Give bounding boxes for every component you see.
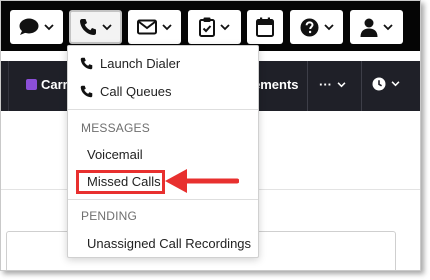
mail-icon	[137, 19, 157, 35]
user-menu-button[interactable]	[350, 10, 403, 44]
chevron-down-icon	[383, 23, 393, 30]
annotation-arrow-icon	[165, 169, 239, 193]
chevron-down-icon	[323, 23, 334, 30]
menu-item-call-queues[interactable]: Call Queues	[68, 81, 258, 101]
top-toolbar	[1, 1, 420, 51]
chevron-down-icon	[44, 23, 54, 30]
phone-dropdown-menu: Launch Dialer Call Queues MESSAGES Voice…	[67, 45, 259, 258]
more-menu-button[interactable]: ···	[319, 77, 346, 92]
section-header-messages: MESSAGES	[81, 121, 150, 135]
carrier-selector[interactable]: Carri	[26, 77, 71, 92]
annotation-highlight-box	[76, 170, 165, 194]
phone-icon	[80, 19, 96, 35]
user-icon	[360, 18, 378, 37]
calendar-icon	[256, 17, 274, 37]
nav-divider	[361, 61, 362, 111]
phone-icon	[80, 85, 93, 97]
chevron-down-icon	[162, 23, 172, 30]
nav-menu-item[interactable]: ements	[253, 77, 299, 92]
clipboard-check-icon	[199, 17, 215, 37]
menu-divider	[68, 109, 258, 110]
phone-button[interactable]	[69, 10, 122, 44]
calendar-button[interactable]	[247, 10, 283, 44]
more-icon: ···	[319, 77, 332, 92]
help-button[interactable]	[290, 10, 343, 44]
chevron-down-icon	[391, 81, 400, 87]
phone-icon	[80, 57, 93, 69]
chat-icon	[19, 18, 39, 35]
chat-button[interactable]	[10, 10, 63, 44]
history-menu-button[interactable]	[372, 77, 400, 91]
chevron-down-icon	[102, 23, 112, 30]
chevron-down-icon	[337, 81, 346, 87]
clock-icon	[372, 77, 386, 91]
nav-divider	[8, 61, 9, 111]
section-header-pending: PENDING	[81, 209, 138, 223]
carrier-color-swatch	[26, 79, 37, 90]
menu-item-label: Call Queues	[100, 83, 172, 99]
tasks-button[interactable]	[188, 10, 241, 44]
menu-item-unassigned-recordings[interactable]: Unassigned Call Recordings	[87, 236, 251, 251]
nav-divider	[307, 61, 308, 111]
mail-button[interactable]	[128, 10, 181, 44]
menu-item-label: Launch Dialer	[100, 55, 181, 71]
chevron-down-icon	[220, 23, 230, 30]
screenshot-frame: Carri ements ··· Launch Dialer Call Queu…	[0, 0, 421, 271]
menu-item-launch-dialer[interactable]: Launch Dialer	[68, 53, 258, 73]
menu-divider	[68, 199, 258, 200]
help-icon	[300, 18, 318, 36]
menu-item-voicemail[interactable]: Voicemail	[87, 147, 143, 162]
